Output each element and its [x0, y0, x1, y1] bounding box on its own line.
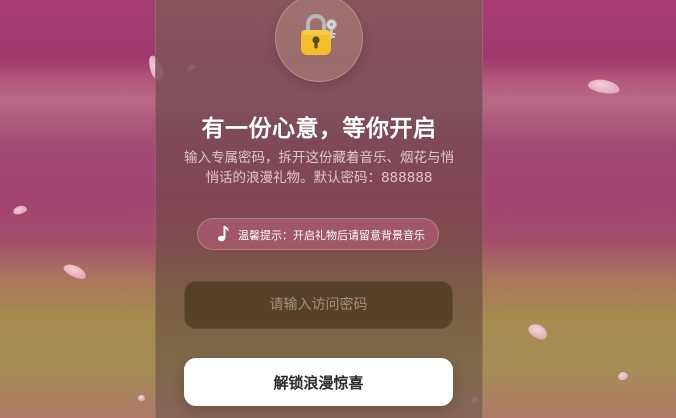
background: 有一份心意，等你开启 输入专属密码，拆开这份藏着音乐、烟花与悄悄话的浪漫礼物。默…: [0, 0, 676, 418]
page-title: 有一份心意，等你开启: [201, 116, 437, 142]
music-tip-badge: 温馨提示：开启礼物后请留意背景音乐: [197, 218, 439, 250]
unlock-button[interactable]: 解锁浪漫惊喜: [184, 358, 453, 406]
music-note-icon: [216, 225, 230, 243]
password-input[interactable]: [184, 281, 453, 329]
petal-decoration: [617, 371, 629, 381]
lock-badge: [275, 0, 363, 82]
petal-decoration: [526, 320, 550, 343]
unlock-card: 有一份心意，等你开启 输入专属密码，拆开这份藏着音乐、烟花与悄悄话的浪漫礼物。默…: [155, 0, 483, 418]
petal-decoration: [587, 77, 621, 96]
petal-decoration: [61, 261, 89, 282]
music-tip-text: 温馨提示：开启礼物后请留意背景音乐: [238, 229, 425, 242]
petal-decoration: [138, 395, 145, 401]
petal-decoration: [12, 204, 28, 216]
description: 输入专属密码，拆开这份藏着音乐、烟花与悄悄话的浪漫礼物。默认密码：888888: [184, 150, 454, 186]
